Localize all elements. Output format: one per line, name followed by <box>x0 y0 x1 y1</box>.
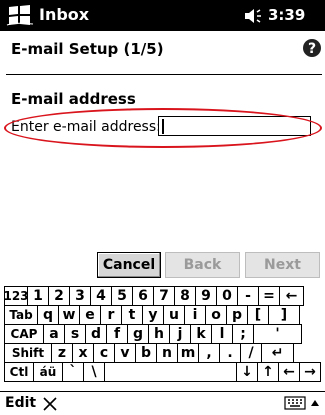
soft-keyboard: 123 1 2 3 4 5 6 7 8 9 0 - = ← Tab q w e … <box>4 286 322 390</box>
key-0[interactable]: 0 <box>216 286 238 306</box>
key-a[interactable]: a <box>43 324 65 344</box>
key-s[interactable]: s <box>64 324 86 344</box>
key-q[interactable]: q <box>37 305 59 325</box>
key-enter[interactable]: ↵ <box>261 343 294 363</box>
key-apostrophe[interactable]: ' <box>253 324 302 344</box>
key-9[interactable]: 9 <box>195 286 217 306</box>
key-p[interactable]: p <box>226 305 248 325</box>
key-x[interactable]: x <box>72 343 94 363</box>
key-o[interactable]: o <box>205 305 227 325</box>
key-equals[interactable]: = <box>258 286 280 306</box>
title-bar: Inbox 3:39 <box>0 0 325 31</box>
key-minus[interactable]: - <box>237 286 259 306</box>
email-field[interactable] <box>158 116 311 136</box>
keyboard-row-4: Shift z x c v b n m , . / ↵ <box>4 343 322 363</box>
key-arrow-down[interactable]: ↓ <box>236 362 258 382</box>
app-title: Inbox <box>39 5 90 24</box>
keyboard-row-2: Tab q w e r t y u i o p [ ] <box>4 305 322 325</box>
close-x-icon[interactable] <box>42 396 58 412</box>
key-t[interactable]: t <box>121 305 143 325</box>
key-6[interactable]: 6 <box>132 286 154 306</box>
key-arrow-right[interactable]: → <box>299 362 321 382</box>
key-c[interactable]: c <box>93 343 115 363</box>
key-k[interactable]: k <box>190 324 212 344</box>
help-icon[interactable]: ? <box>302 38 322 58</box>
up-arrow-icon[interactable] <box>310 398 320 408</box>
key-space[interactable] <box>104 362 237 382</box>
key-m[interactable]: m <box>177 343 199 363</box>
key-slash[interactable]: / <box>240 343 262 363</box>
key-e[interactable]: e <box>79 305 101 325</box>
key-j[interactable]: j <box>169 324 191 344</box>
menu-bar: Edit <box>0 391 325 415</box>
key-5[interactable]: 5 <box>111 286 133 306</box>
key-n[interactable]: n <box>156 343 178 363</box>
key-g[interactable]: g <box>127 324 149 344</box>
key-1[interactable]: 1 <box>27 286 49 306</box>
key-v[interactable]: v <box>114 343 136 363</box>
key-backslash[interactable]: \ <box>83 362 105 382</box>
key-left-bracket[interactable]: [ <box>247 305 269 325</box>
key-7[interactable]: 7 <box>153 286 175 306</box>
key-h[interactable]: h <box>148 324 170 344</box>
key-period[interactable]: . <box>219 343 241 363</box>
key-ctrl[interactable]: Ctl <box>4 362 34 382</box>
clock[interactable]: 3:39 <box>268 6 305 24</box>
key-r[interactable]: r <box>100 305 122 325</box>
key-backtick[interactable]: ` <box>62 362 84 382</box>
key-f[interactable]: f <box>106 324 128 344</box>
key-comma[interactable]: , <box>198 343 220 363</box>
key-d[interactable]: d <box>85 324 107 344</box>
windows-flag-icon[interactable] <box>5 4 35 27</box>
key-semicolon[interactable]: ; <box>232 324 254 344</box>
text-caret <box>162 119 164 134</box>
keyboard-row-3: CAP a s d f g h j k l ; ' <box>4 324 322 344</box>
keyboard-icon[interactable] <box>284 395 306 411</box>
key-y[interactable]: y <box>142 305 164 325</box>
key-8[interactable]: 8 <box>174 286 196 306</box>
key-123[interactable]: 123 <box>4 286 28 306</box>
key-u[interactable]: u <box>163 305 185 325</box>
section-heading: E-mail address <box>11 90 136 108</box>
key-3[interactable]: 3 <box>69 286 91 306</box>
key-w[interactable]: w <box>58 305 80 325</box>
key-arrow-up[interactable]: ↑ <box>257 362 279 382</box>
cancel-button[interactable]: Cancel <box>97 252 161 278</box>
key-accents[interactable]: áü <box>33 362 63 382</box>
key-i[interactable]: i <box>184 305 206 325</box>
next-button[interactable]: Next <box>245 252 320 278</box>
key-4[interactable]: 4 <box>90 286 112 306</box>
screen: Inbox 3:39 E-mail Setup (1/5) ? E-mail a… <box>0 0 325 415</box>
email-field-label: Enter e-mail address: <box>11 119 161 135</box>
speaker-icon[interactable] <box>243 8 263 24</box>
header-divider <box>6 74 322 75</box>
svg-text:?: ? <box>308 41 316 57</box>
keyboard-row-1: 123 1 2 3 4 5 6 7 8 9 0 - = ← <box>4 286 322 306</box>
key-right-bracket[interactable]: ] <box>268 305 300 325</box>
key-backspace[interactable]: ← <box>279 286 304 306</box>
key-z[interactable]: z <box>51 343 73 363</box>
key-arrow-left[interactable]: ← <box>278 362 300 382</box>
keyboard-row-5: Ctl áü ` \ ↓ ↑ ← → <box>4 362 322 382</box>
key-shift[interactable]: Shift <box>4 343 52 363</box>
back-button[interactable]: Back <box>165 252 240 278</box>
key-2[interactable]: 2 <box>48 286 70 306</box>
key-b[interactable]: b <box>135 343 157 363</box>
edit-menu[interactable]: Edit <box>5 395 36 411</box>
key-tab[interactable]: Tab <box>4 305 38 325</box>
key-l[interactable]: l <box>211 324 233 344</box>
key-caps[interactable]: CAP <box>4 324 44 344</box>
page-title: E-mail Setup (1/5) <box>11 40 164 58</box>
